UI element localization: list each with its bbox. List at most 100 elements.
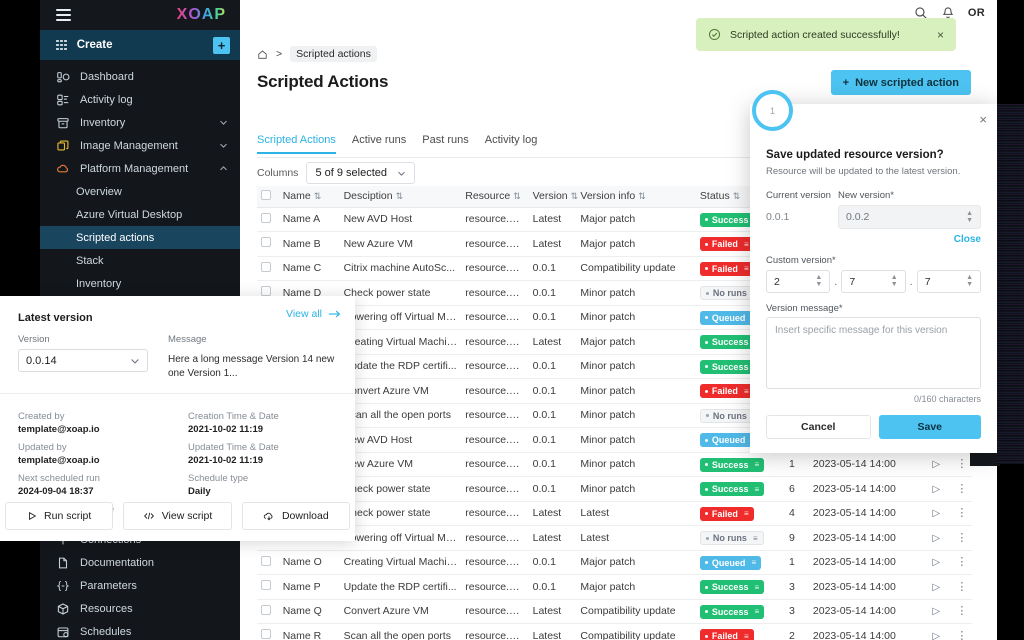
cell-run: ▷ xyxy=(928,452,953,477)
row-checkbox[interactable] xyxy=(261,237,271,248)
table-row[interactable]: Name O Creating Virtual Machin... resource… xyxy=(257,550,972,575)
table-row[interactable]: Name Q Convert Azure VM resource.ps1 Latest… xyxy=(257,599,972,624)
modal-close-link[interactable]: Close xyxy=(954,234,981,245)
stepper-icon[interactable]: ▲ ▼ xyxy=(966,274,973,288)
play-icon[interactable]: ▷ xyxy=(932,557,940,568)
status-badge[interactable]: Failed ≡ xyxy=(699,261,754,276)
sidebar-item-inventory-sub[interactable]: Inventory xyxy=(40,272,240,295)
row-checkbox[interactable] xyxy=(261,212,271,223)
save-button[interactable]: Save xyxy=(878,415,981,439)
play-icon[interactable]: ▷ xyxy=(932,508,940,519)
sidebar-item-parameters[interactable]: Parameters xyxy=(40,574,240,597)
sidebar-item-schedules[interactable]: Schedules xyxy=(40,620,240,640)
table-row[interactable]: Name MCheck power stateresource.ps1Lates… xyxy=(257,501,972,526)
table-row[interactable]: Name LCheck power stateresource.ps10.0.1… xyxy=(257,476,972,502)
breadcrumb-current[interactable]: Scripted actions xyxy=(290,46,377,62)
play-icon[interactable]: ▷ xyxy=(932,533,940,544)
avatar[interactable]: OR xyxy=(968,7,985,19)
more-vertical-icon[interactable]: ⋮ xyxy=(956,556,967,568)
header-name[interactable]: Name ⇅ xyxy=(278,186,340,208)
play-icon[interactable]: ▷ xyxy=(932,459,940,470)
current-version-field: Current version 0.0.1 xyxy=(766,190,838,229)
hamburger-menu-icon[interactable] xyxy=(56,9,71,21)
sidebar-item-image-management[interactable]: Image Management xyxy=(40,134,240,157)
home-icon[interactable] xyxy=(257,49,268,60)
add-plus-icon[interactable]: + xyxy=(213,36,230,54)
status-badge[interactable]: Failed ≡ xyxy=(699,384,754,398)
columns-select[interactable]: 5 of 9 selected xyxy=(306,162,415,184)
new-scripted-action-button[interactable]: + New scripted action xyxy=(830,70,971,95)
row-checkbox[interactable] xyxy=(261,555,271,566)
run-script-button[interactable]: Run script xyxy=(5,502,114,530)
latest-version-fields: Version 0.0.14 Message Here a long messa… xyxy=(0,326,355,381)
tab-activity-log[interactable]: Activity log xyxy=(485,134,538,154)
stepper-icon[interactable]: ▲ ▼ xyxy=(966,210,973,224)
sidebar-item-overview[interactable]: Overview xyxy=(40,180,240,203)
custom-version-major-input[interactable]: 2 ▲ ▼ xyxy=(766,270,831,293)
status-badge[interactable]: Failed ≡ xyxy=(699,237,754,251)
view-script-button[interactable]: View script xyxy=(123,502,232,530)
status-badge[interactable]: Success ≡ xyxy=(699,604,765,619)
status-badge[interactable]: Failed ≡ xyxy=(699,629,754,640)
sidebar-item-azure-virtual-desktop[interactable]: Azure Virtual Desktop xyxy=(40,203,240,226)
more-vertical-icon[interactable]: ⋮ xyxy=(956,581,967,593)
stepper-icon[interactable]: ▲ ▼ xyxy=(891,274,898,288)
version-select[interactable]: 0.0.14 xyxy=(18,349,148,372)
sidebar-item-scripted-actions[interactable]: Scripted actions xyxy=(40,226,240,249)
header-description[interactable]: Desciption ⇅ xyxy=(339,186,462,208)
sidebar-item-activity-log[interactable]: Activity log xyxy=(40,88,240,111)
download-button[interactable]: Download xyxy=(241,502,350,530)
cancel-button[interactable]: Cancel xyxy=(766,415,871,439)
sidebar-item-inventory[interactable]: Inventory xyxy=(40,111,240,134)
table-row[interactable]: Name P Update the RDP certifi... resource.… xyxy=(257,574,972,600)
play-icon[interactable]: ▷ xyxy=(932,484,940,495)
more-vertical-icon[interactable]: ⋮ xyxy=(956,458,967,470)
status-badge[interactable]: No runs ≡ xyxy=(699,531,764,545)
table-row[interactable]: Name NPowering off Virtual Mac...resourc… xyxy=(257,525,972,551)
row-checkbox[interactable] xyxy=(261,629,271,640)
row-checkbox[interactable] xyxy=(261,580,271,591)
status-badge[interactable]: Failed ≡ xyxy=(699,506,754,521)
row-checkbox[interactable] xyxy=(261,261,271,272)
table-row[interactable]: Name KNew Azure VMresource.ps10.0.1Minor… xyxy=(257,452,972,477)
stepper-icon[interactable]: ▲ ▼ xyxy=(815,274,822,288)
more-vertical-icon[interactable]: ⋮ xyxy=(956,605,967,617)
version-message-label: Version message* xyxy=(766,303,843,314)
status-badge[interactable]: Success ≡ xyxy=(699,457,765,472)
version-message-textarea[interactable]: Insert specific message for this version xyxy=(766,317,981,389)
status-badge[interactable]: Queued ≡ xyxy=(699,555,762,570)
sidebar-item-platform-management[interactable]: Platform Management xyxy=(40,157,240,180)
more-vertical-icon[interactable]: ⋮ xyxy=(956,532,967,544)
header-resource[interactable]: Resource ⇅ xyxy=(461,186,529,208)
cell-resource: resource.ps1 xyxy=(461,550,529,575)
more-vertical-icon[interactable]: ⋮ xyxy=(956,483,967,495)
sidebar-item-resources[interactable]: Resources xyxy=(40,597,240,620)
row-checkbox[interactable] xyxy=(261,604,271,615)
custom-version-minor-input[interactable]: 7 ▲ ▼ xyxy=(841,270,906,293)
more-vertical-icon[interactable]: ⋮ xyxy=(956,507,967,519)
status-badge[interactable]: Success ≡ xyxy=(699,482,765,496)
play-icon[interactable]: ▷ xyxy=(932,582,940,593)
toast-close-icon[interactable]: × xyxy=(937,28,944,42)
status-badge[interactable]: Success ≡ xyxy=(699,580,765,594)
tab-past-runs[interactable]: Past runs xyxy=(422,134,468,154)
sidebar-item-documentation[interactable]: Documentation xyxy=(40,551,240,574)
select-all-checkbox[interactable] xyxy=(261,189,271,200)
table-row[interactable]: Name R Scan all the open ports resource.ps… xyxy=(257,623,972,640)
more-vertical-icon[interactable]: ⋮ xyxy=(956,630,967,640)
cell-resource: resource.ps1 xyxy=(461,476,529,502)
sidebar-item-stack[interactable]: Stack xyxy=(40,249,240,272)
play-icon[interactable]: ▷ xyxy=(932,606,940,617)
custom-version-patch-input[interactable]: 7 ▲ ▼ xyxy=(916,270,982,293)
modal-close-icon[interactable]: × xyxy=(979,112,987,127)
header-version[interactable]: Version ⇅ xyxy=(528,186,578,208)
view-all-link[interactable]: View all xyxy=(286,308,341,320)
tab-active-runs[interactable]: Active runs xyxy=(352,134,406,154)
play-icon[interactable]: ▷ xyxy=(932,631,940,640)
sidebar-item-dashboard[interactable]: Dashboard xyxy=(40,65,240,88)
tab-scripted-actions[interactable]: Scripted Actions xyxy=(257,134,336,154)
header-version-info[interactable]: Version info ⇅ xyxy=(576,186,696,208)
sidebar-item-create[interactable]: Create + xyxy=(40,30,240,60)
row-checkbox[interactable] xyxy=(261,286,271,297)
new-version-input[interactable]: 0.0.2 ▲ ▼ xyxy=(838,205,981,229)
